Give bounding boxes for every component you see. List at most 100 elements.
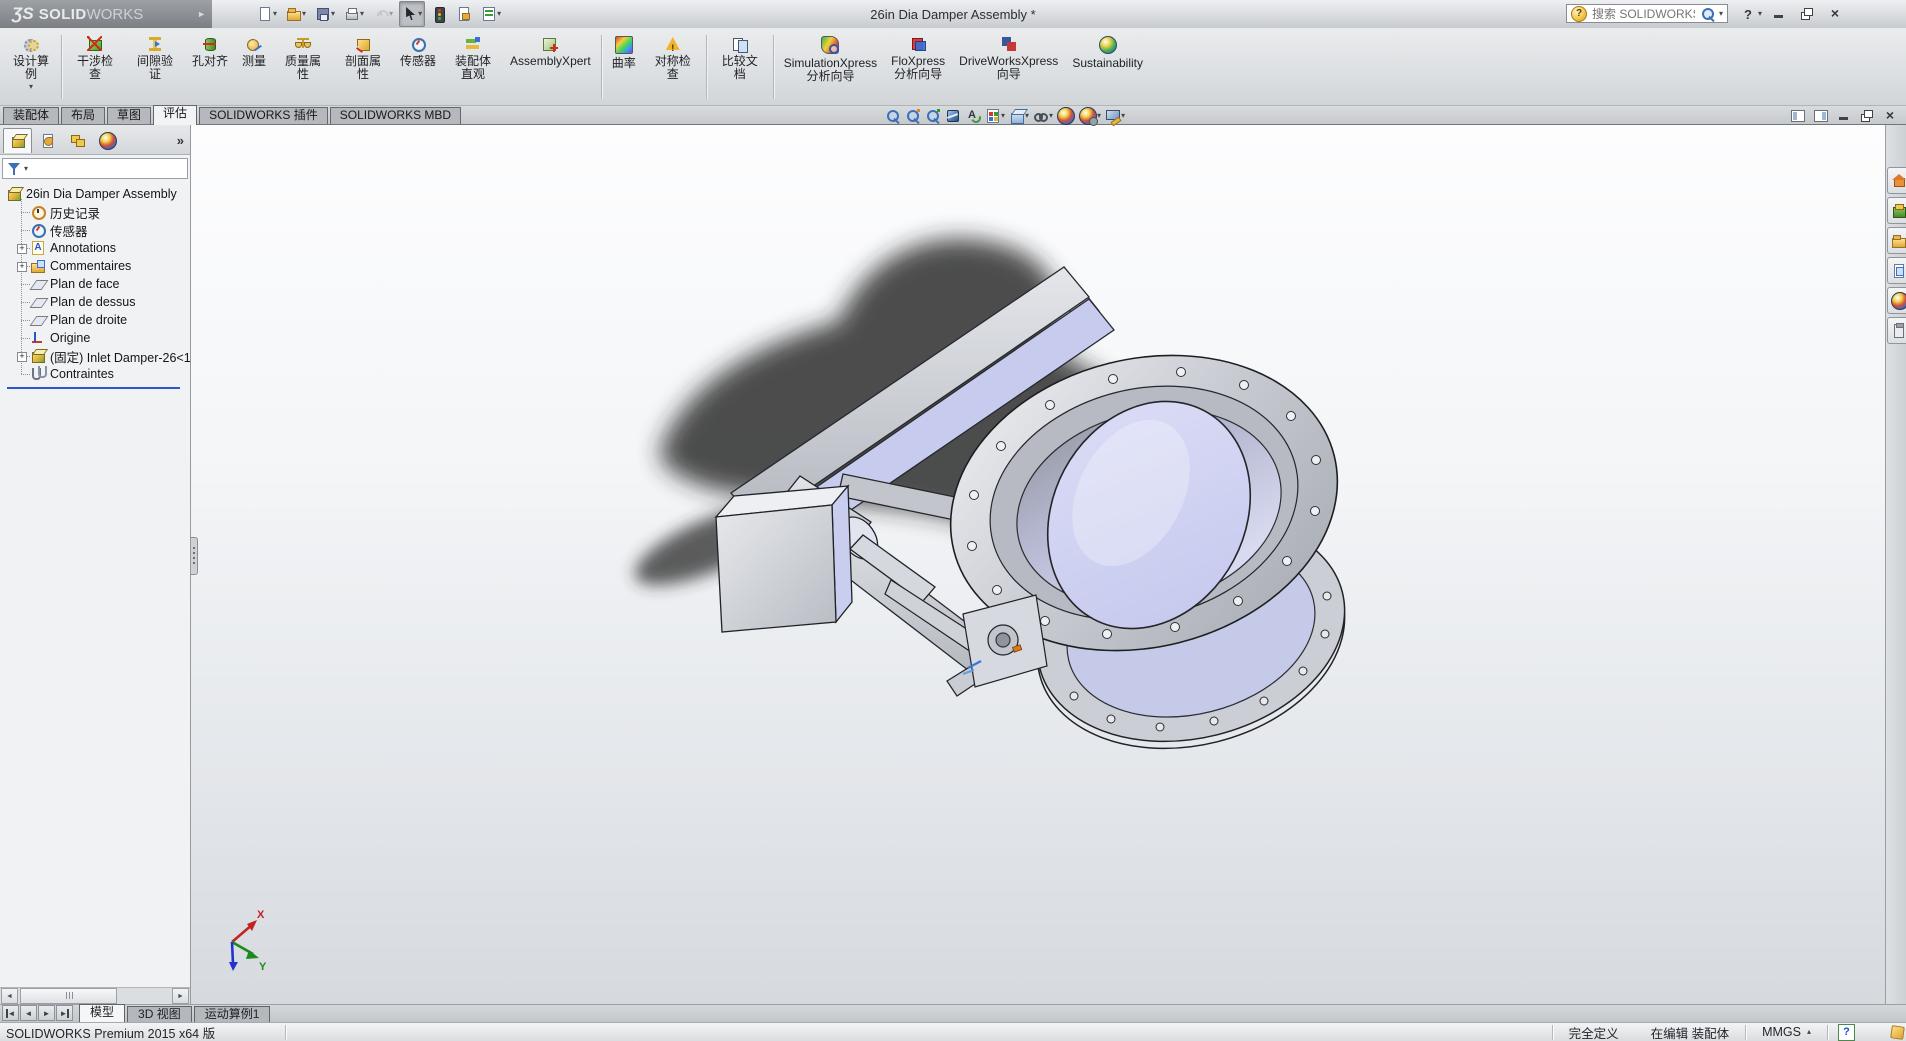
- panel-tab[interactable]: [93, 128, 122, 153]
- quick-access-button[interactable]: ▾: [341, 1, 367, 27]
- close-button[interactable]: [1824, 5, 1846, 23]
- search-icon[interactable]: [1700, 6, 1716, 22]
- tree-root-item[interactable]: 26in Dia Damper Assembly: [6, 185, 188, 203]
- document-window-button[interactable]: [1859, 108, 1875, 124]
- view-tool-button[interactable]: ▾: [984, 108, 1006, 124]
- restore-button[interactable]: [1796, 5, 1818, 23]
- dropdown-arrow-icon[interactable]: ▾: [273, 10, 277, 18]
- quick-access-button[interactable]: ▾: [370, 1, 396, 27]
- ribbon-button[interactable]: Sustainability ▾: [1065, 30, 1150, 104]
- menu-expand-icon[interactable]: ►: [197, 9, 206, 19]
- scroll-thumb[interactable]: [20, 988, 117, 1004]
- graphics-area[interactable]: X Y: [191, 125, 1885, 1004]
- task-pane-button[interactable]: [1887, 287, 1906, 314]
- dropdown-arrow-icon[interactable]: ▾: [1121, 112, 1125, 120]
- expand-icon[interactable]: +: [17, 352, 27, 362]
- tree-item[interactable]: + (固定) Inlet Damper-26<1: [30, 347, 188, 365]
- panel-overflow-button[interactable]: »: [177, 133, 187, 148]
- help-dropdown-icon[interactable]: ▾: [1758, 10, 1762, 18]
- quick-tips-button[interactable]: ?: [1838, 1024, 1855, 1041]
- search-input[interactable]: [1590, 6, 1697, 22]
- task-pane-button[interactable]: [1887, 167, 1906, 194]
- quick-access-button[interactable]: ▾: [399, 1, 425, 27]
- task-pane-button[interactable]: [1887, 227, 1906, 254]
- document-window-button[interactable]: [1790, 108, 1806, 124]
- ribbon-button[interactable]: 曲率 ▾: [605, 30, 643, 104]
- tree-item[interactable]: + Contraintes: [30, 365, 188, 383]
- ribbon-button[interactable]: 干涉检查 ▾: [65, 30, 125, 104]
- expand-icon[interactable]: +: [17, 262, 27, 272]
- quick-access-button[interactable]: ▾: [254, 1, 280, 27]
- document-window-button[interactable]: [1813, 108, 1829, 124]
- view-tool-button[interactable]: ▾: [944, 108, 962, 124]
- dropdown-arrow-icon[interactable]: ▾: [29, 83, 33, 91]
- ribbon-button[interactable]: SimulationXpress 分析向导 ▾: [777, 30, 884, 104]
- quick-access-button[interactable]: ▾: [283, 1, 309, 27]
- ribbon-button[interactable]: 装配体直观 ▾: [443, 30, 503, 104]
- panel-tab[interactable]: [3, 128, 32, 153]
- ribbon-button[interactable]: 质量属性 ▾: [273, 30, 333, 104]
- dropdown-arrow-icon[interactable]: ▾: [418, 10, 422, 18]
- tree-item[interactable]: + 历史记录: [30, 203, 188, 221]
- view-tool-button[interactable]: ▾: [1078, 107, 1102, 125]
- tree-item[interactable]: + Commentaires: [30, 257, 188, 275]
- view-tool-button[interactable]: ▾: [904, 108, 922, 124]
- units-selector[interactable]: MMGS▴: [1746, 1025, 1827, 1039]
- dropdown-arrow-icon[interactable]: ▾: [1001, 112, 1005, 120]
- view-tool-button[interactable]: ▾: [964, 108, 982, 124]
- quick-access-button[interactable]: ▾: [428, 1, 450, 27]
- scroll-left-button[interactable]: ◄: [1, 988, 18, 1004]
- view-tool-button[interactable]: ▾: [924, 108, 942, 124]
- minimize-button[interactable]: [1768, 5, 1790, 23]
- scroll-right-button[interactable]: ►: [172, 988, 189, 1004]
- ribbon-button[interactable]: 剖面属性 ▾: [333, 30, 393, 104]
- ribbon-button[interactable]: AssemblyXpert ▾: [503, 30, 598, 104]
- ribbon-button[interactable]: 传感器 ▾: [393, 30, 443, 104]
- tag-icon[interactable]: [1890, 1025, 1905, 1040]
- dropdown-arrow-icon[interactable]: ▾: [1049, 112, 1053, 120]
- tree-horizontal-scrollbar[interactable]: ◄ ►: [0, 987, 190, 1004]
- ribbon-button[interactable]: 对称检查 ▾: [643, 30, 703, 104]
- ribbon-button[interactable]: 间隙验证 ▾: [125, 30, 185, 104]
- dropdown-arrow-icon[interactable]: ▾: [302, 10, 306, 18]
- command-tab[interactable]: 评估: [153, 105, 197, 125]
- tree-item[interactable]: + Plan de dessus: [30, 293, 188, 311]
- tree-filter-bar[interactable]: ▾: [2, 158, 188, 179]
- ribbon-button[interactable]: 设计算例 ▾: [4, 30, 58, 104]
- document-window-button[interactable]: [1836, 108, 1852, 124]
- quick-access-button[interactable]: ▾: [478, 1, 504, 27]
- rollback-bar[interactable]: [7, 387, 180, 389]
- view-tool-button[interactable]: ▾: [884, 108, 902, 124]
- tree-item[interactable]: + Plan de face: [30, 275, 188, 293]
- ribbon-button[interactable]: 测量 ▾: [235, 30, 273, 104]
- view-tool-button[interactable]: ▾: [1032, 108, 1054, 124]
- ribbon-button[interactable]: FloXpress 分析向导 ▾: [884, 30, 952, 104]
- ribbon-button[interactable]: DriveWorksXpress 向导 ▾: [952, 30, 1065, 104]
- task-pane-button[interactable]: [1887, 317, 1906, 344]
- tree-item[interactable]: + 传感器: [30, 221, 188, 239]
- dropdown-arrow-icon[interactable]: ▾: [360, 10, 364, 18]
- dropdown-arrow-icon[interactable]: ▾: [1025, 112, 1029, 120]
- view-tool-button[interactable]: ▾: [1008, 108, 1030, 124]
- command-tab[interactable]: 装配体: [3, 107, 59, 124]
- ribbon-button[interactable]: 孔对齐 ▾: [185, 30, 235, 104]
- panel-splitter-handle[interactable]: [191, 537, 198, 575]
- view-tool-button[interactable]: ▾: [1104, 108, 1126, 124]
- tree-item[interactable]: + Plan de droite: [30, 311, 188, 329]
- panel-tab[interactable]: [63, 128, 92, 153]
- tab-scroll-button[interactable]: [38, 1005, 55, 1021]
- search-dropdown-icon[interactable]: ▾: [1719, 10, 1723, 18]
- command-tab[interactable]: SOLIDWORKS MBD: [330, 107, 461, 124]
- dropdown-arrow-icon[interactable]: ▾: [389, 10, 393, 18]
- command-tab[interactable]: SOLIDWORKS 插件: [199, 107, 328, 124]
- expand-icon[interactable]: +: [17, 244, 27, 254]
- view-tool-button[interactable]: ▾: [1056, 107, 1076, 125]
- help-button[interactable]: ?: [1744, 7, 1752, 22]
- ribbon-button[interactable]: 比较文档 ▾: [710, 30, 770, 104]
- model-tab[interactable]: 运动算例1: [194, 1006, 271, 1022]
- model-tab[interactable]: 模型: [79, 1004, 125, 1022]
- command-tab[interactable]: 布局: [61, 107, 105, 124]
- command-tab[interactable]: 草图: [107, 107, 151, 124]
- tab-scroll-button[interactable]: [2, 1005, 19, 1021]
- task-pane-button[interactable]: [1887, 257, 1906, 284]
